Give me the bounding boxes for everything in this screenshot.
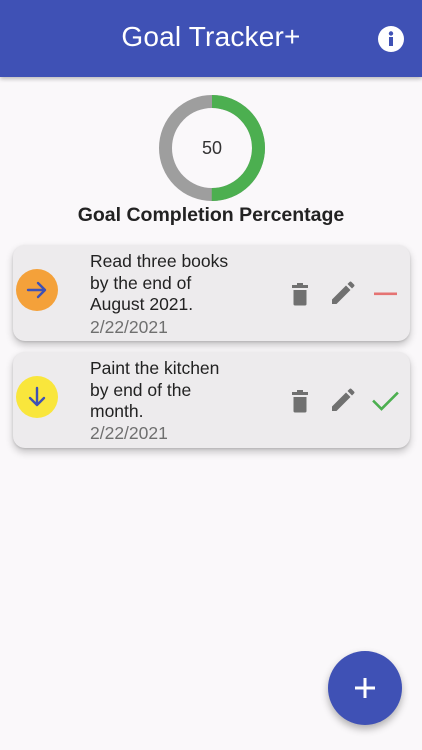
arrow-right-icon — [26, 281, 47, 299]
info-button[interactable] — [378, 26, 404, 52]
goal-line: month. — [90, 401, 144, 421]
arrow-down-icon — [28, 386, 46, 407]
trash-icon — [292, 390, 308, 413]
edit-button[interactable] — [328, 387, 356, 415]
goal-description: Paint the kitchen by end of the month. — [90, 358, 265, 423]
minus-icon — [374, 292, 397, 296]
goal-date: 2/22/2021 — [90, 423, 168, 443]
goal-line: Read three books — [90, 251, 229, 271]
delete-button[interactable] — [286, 280, 314, 308]
goal-line: by the end of — [90, 272, 192, 293]
goal-line: by end of the — [90, 379, 192, 400]
edit-button[interactable] — [328, 280, 356, 308]
pencil-icon — [332, 388, 355, 411]
info-icon — [388, 31, 394, 46]
status-toggle-button[interactable] — [371, 280, 399, 308]
plus-icon — [355, 678, 375, 698]
pencil-icon — [332, 281, 355, 304]
status-toggle-button[interactable] — [371, 387, 399, 415]
completion-value: 50 — [201, 138, 223, 158]
goal-card[interactable]: Paint the kitchen by end of the month. 2… — [13, 352, 410, 448]
priority-badge — [16, 269, 58, 311]
goal-date: 2/22/2021 — [90, 317, 168, 337]
goal-card[interactable]: Read three books by the end of August 20… — [13, 245, 410, 341]
goal-description: Read three books by the end of August 20… — [90, 251, 265, 316]
completion-caption: Goal Completion Percentage — [77, 204, 345, 226]
check-icon — [372, 391, 399, 411]
priority-badge — [16, 376, 58, 418]
add-goal-button[interactable] — [328, 651, 402, 725]
trash-icon — [292, 283, 308, 306]
goal-line: August 2021. — [90, 294, 194, 314]
delete-button[interactable] — [286, 387, 314, 415]
app-bar: Goal Tracker+ — [0, 0, 422, 77]
app-title: Goal Tracker+ — [121, 21, 301, 52]
goal-line: Paint the kitchen — [90, 358, 220, 378]
